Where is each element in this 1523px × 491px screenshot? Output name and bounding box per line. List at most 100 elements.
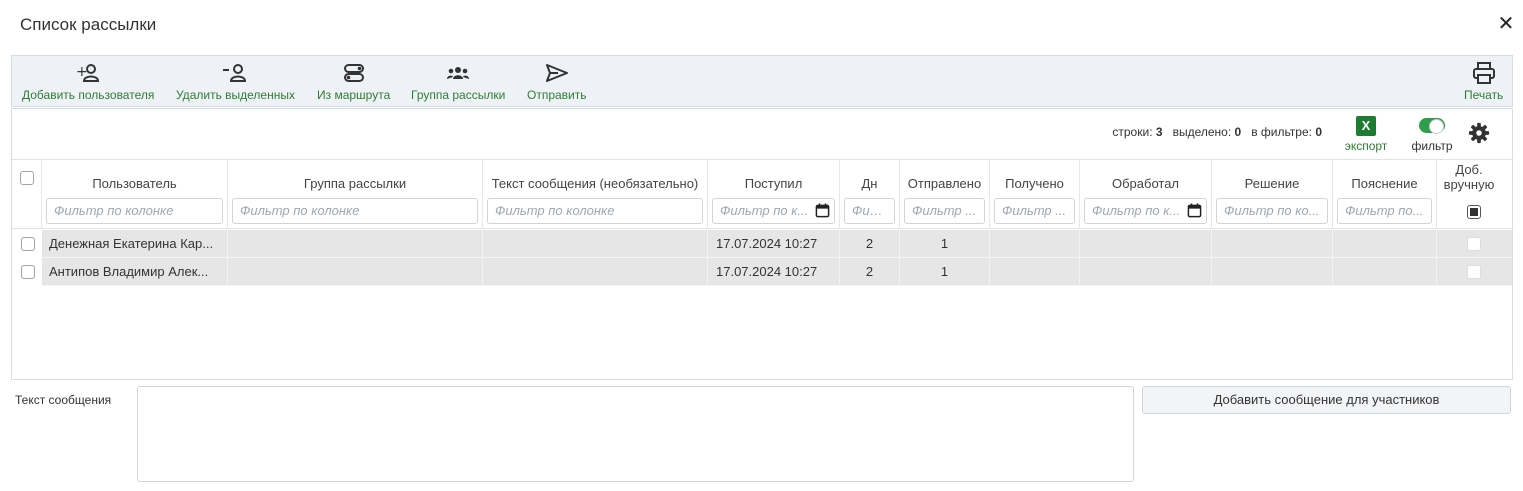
- message-label: Текст сообщения: [15, 393, 112, 407]
- cell-got: [990, 230, 1080, 258]
- cell-days: 2: [840, 230, 900, 258]
- row-checkbox[interactable]: [21, 237, 35, 251]
- column-explanation-title: Пояснение: [1351, 176, 1418, 191]
- mailing-list-dialog: Список рассылки ✕ + Добавить пользовател…: [0, 0, 1523, 491]
- cell-received: 17.07.2024 10:27: [708, 230, 840, 258]
- cell-manual: [1437, 230, 1512, 258]
- cell-text: [483, 230, 708, 258]
- column-sent-title: Отправлено: [907, 176, 982, 191]
- cell-group: [228, 258, 483, 286]
- filter-days-input[interactable]: Фил...: [844, 198, 895, 224]
- route-icon: [343, 64, 364, 82]
- cell-processed: [1080, 258, 1212, 286]
- calendar-icon[interactable]: [815, 203, 830, 218]
- select-all-checkbox[interactable]: [20, 171, 34, 185]
- user-minus-icon: [223, 64, 247, 82]
- delete-selected-button[interactable]: Удалить выделенных: [176, 62, 295, 102]
- column-processed[interactable]: Обработал Фильтр по к...: [1080, 160, 1212, 228]
- filter-switch[interactable]: [1419, 118, 1445, 134]
- filter-received-input[interactable]: Фильтр по к...: [712, 198, 835, 224]
- cell-user: Антипов Владимир Алек...: [42, 258, 228, 286]
- column-manual-title: Доб. вручную: [1443, 162, 1495, 192]
- user-plus-icon: +: [76, 64, 100, 82]
- filter-processed-placeholder: Фильтр по к...: [1092, 203, 1181, 218]
- cell-decision: [1212, 258, 1333, 286]
- column-manual[interactable]: Доб. вручную: [1437, 160, 1512, 228]
- column-sent[interactable]: Отправлено Фильтр ...: [900, 160, 990, 228]
- from-route-button[interactable]: Из маршрута: [317, 62, 390, 102]
- add-user-label: Добавить пользователя: [22, 88, 155, 102]
- filter-decision-input[interactable]: Фильтр по ко...: [1216, 198, 1328, 224]
- column-user-title: Пользователь: [92, 176, 177, 191]
- filter-user-input[interactable]: Фильтр по колонке: [46, 198, 223, 224]
- column-group[interactable]: Группа рассылки Фильтр по колонке: [228, 160, 483, 228]
- column-got-title: Получено: [1005, 176, 1064, 191]
- column-days[interactable]: Дн Фил...: [840, 160, 900, 228]
- filter-text-input[interactable]: Фильтр по колонке: [487, 198, 703, 224]
- print-button[interactable]: Печать: [1464, 62, 1503, 102]
- cell-sent: 1: [900, 258, 990, 286]
- filter-manual-checkbox[interactable]: [1467, 205, 1481, 219]
- export-label: экспорт: [1344, 139, 1388, 153]
- close-icon[interactable]: ✕: [1497, 14, 1515, 34]
- column-received-title: Поступил: [744, 176, 803, 191]
- excel-icon: X: [1356, 116, 1376, 136]
- group-icon: [447, 67, 470, 79]
- column-decision-title: Решение: [1244, 176, 1300, 191]
- manual-checkbox[interactable]: [1467, 265, 1481, 279]
- grid-stats: строки: 3 выделено: 0 в фильтре: 0: [1112, 125, 1322, 139]
- cell-processed: [1080, 230, 1212, 258]
- column-got[interactable]: Получено Фильтр ...: [990, 160, 1080, 228]
- filter-group-input[interactable]: Фильтр по колонке: [232, 198, 478, 224]
- cell-sent: 1: [900, 230, 990, 258]
- mailing-group-label: Группа рассылки: [411, 88, 506, 102]
- table-row[interactable]: Антипов Владимир Алек... 17.07.2024 10:2…: [12, 258, 1512, 286]
- grid-header: Пользователь Фильтр по колонке Группа ра…: [12, 159, 1512, 229]
- row-select-cell: [12, 230, 42, 258]
- filtered-count: в фильтре: 0: [1251, 125, 1322, 139]
- column-processed-title: Обработал: [1111, 176, 1180, 191]
- column-decision[interactable]: Решение Фильтр по ко...: [1212, 160, 1333, 228]
- cell-text: [483, 258, 708, 286]
- filter-processed-input[interactable]: Фильтр по к...: [1084, 198, 1207, 224]
- calendar-icon[interactable]: [1187, 203, 1202, 218]
- column-user[interactable]: Пользователь Фильтр по колонке: [42, 160, 228, 228]
- column-days-title: Дн: [861, 176, 878, 191]
- cell-explanation: [1333, 258, 1437, 286]
- row-select-cell: [12, 258, 42, 286]
- column-group-title: Группа рассылки: [303, 176, 407, 191]
- column-text-title: Текст сообщения (необязательно): [491, 176, 699, 191]
- cell-manual: [1437, 258, 1512, 286]
- filter-toggle[interactable]: фильтр: [1404, 118, 1460, 153]
- filter-received-placeholder: Фильтр по к...: [720, 203, 809, 218]
- add-message-button[interactable]: Добавить сообщение для участников: [1142, 386, 1511, 414]
- add-user-button[interactable]: + Добавить пользователя: [22, 62, 154, 102]
- recipients-grid: строки: 3 выделено: 0 в фильтре: 0 X экс…: [11, 108, 1513, 380]
- print-icon: [1472, 62, 1495, 84]
- rows-count: строки: 3: [1112, 125, 1163, 139]
- message-textarea[interactable]: [137, 386, 1134, 482]
- row-checkbox[interactable]: [21, 265, 35, 279]
- send-button[interactable]: Отправить: [527, 62, 587, 102]
- dialog-title: Список рассылки: [20, 15, 157, 34]
- column-received[interactable]: Поступил Фильтр по к...: [708, 160, 840, 228]
- table-row[interactable]: Денежная Екатерина Кар... 17.07.2024 10:…: [12, 230, 1512, 258]
- mailing-group-button[interactable]: Группа рассылки: [411, 62, 505, 102]
- cell-decision: [1212, 230, 1333, 258]
- toolbar: + Добавить пользователя Удалить выделенн…: [11, 55, 1513, 107]
- cell-explanation: [1333, 230, 1437, 258]
- filter-got-input[interactable]: Фильтр ...: [994, 198, 1075, 224]
- gear-icon[interactable]: [1468, 122, 1490, 144]
- send-icon: [545, 64, 568, 82]
- manual-checkbox[interactable]: [1467, 237, 1481, 251]
- export-button[interactable]: X экспорт: [1343, 116, 1389, 153]
- column-explanation[interactable]: Пояснение Фильтр по...: [1333, 160, 1437, 228]
- cell-received: 17.07.2024 10:27: [708, 258, 840, 286]
- delete-selected-label: Удалить выделенных: [176, 88, 295, 102]
- filter-sent-input[interactable]: Фильтр ...: [904, 198, 985, 224]
- cell-user: Денежная Екатерина Кар...: [42, 230, 228, 258]
- send-label: Отправить: [527, 88, 587, 102]
- filter-explanation-input[interactable]: Фильтр по...: [1337, 198, 1432, 224]
- column-text[interactable]: Текст сообщения (необязательно) Фильтр п…: [483, 160, 708, 228]
- cell-group: [228, 230, 483, 258]
